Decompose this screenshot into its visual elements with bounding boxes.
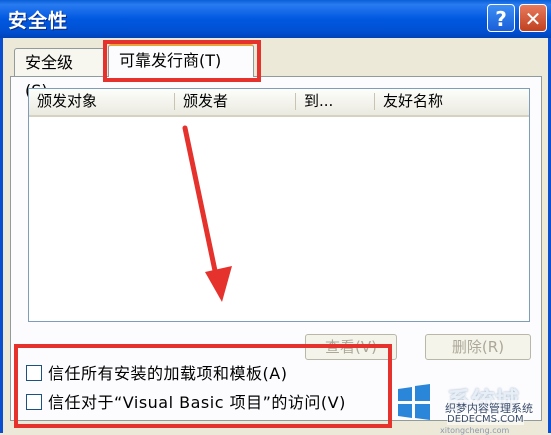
watermark-line3: xitongcheng.com — [440, 426, 510, 435]
watermark-line2: DEDECMS.COM — [447, 414, 524, 425]
highlight-box-checkboxes — [14, 344, 392, 428]
tab-label: 可靠发行商(T) — [119, 51, 222, 70]
delete-button[interactable]: 删除(R) — [425, 334, 531, 360]
windows-logo-icon — [398, 384, 430, 420]
tab-trusted-publishers[interactable]: 可靠发行商(T) — [108, 44, 254, 77]
